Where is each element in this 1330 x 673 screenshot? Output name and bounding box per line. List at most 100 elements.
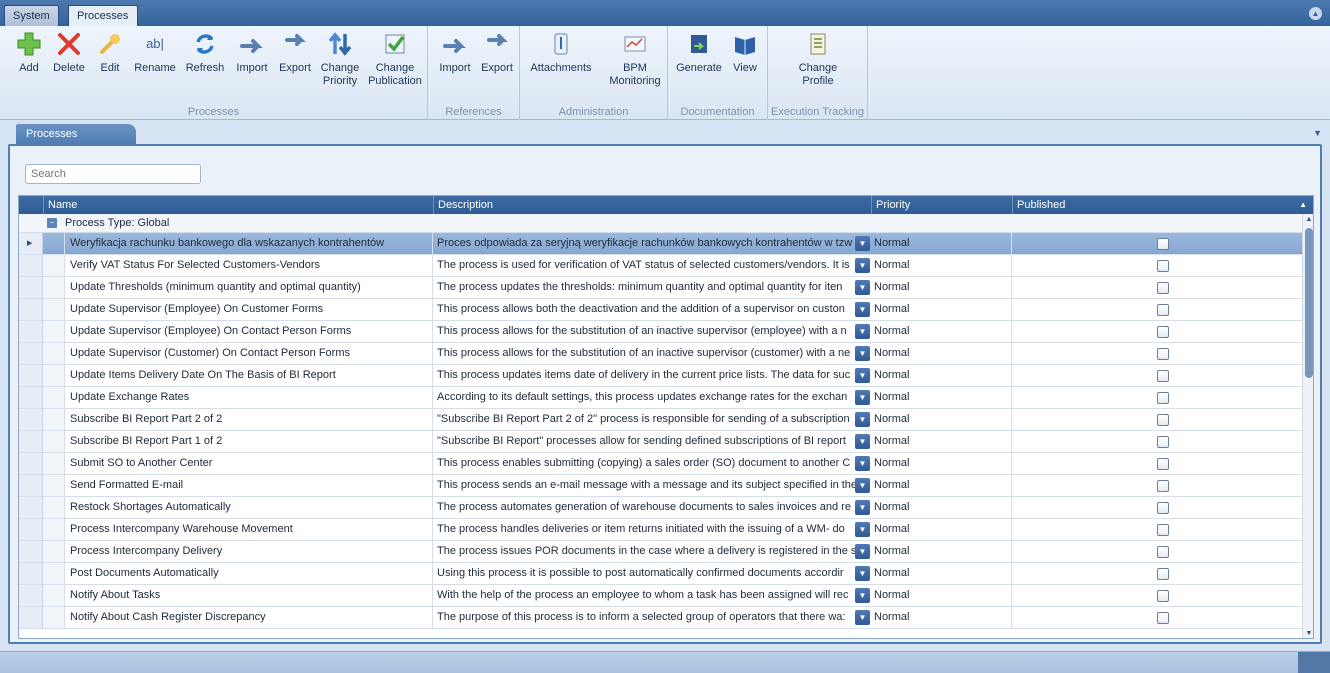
table-row[interactable]: Update Exchange Rates According to its de… bbox=[19, 387, 1302, 409]
row-indicator[interactable] bbox=[19, 387, 43, 408]
add-button[interactable]: Add bbox=[14, 30, 44, 75]
row-indicator[interactable] bbox=[19, 365, 43, 386]
row-indicator[interactable] bbox=[19, 607, 43, 628]
ribbon-collapse-icon[interactable]: ▲ bbox=[1309, 7, 1322, 20]
cell-description[interactable]: This process allows for the substitution… bbox=[433, 321, 855, 342]
table-row[interactable]: Process Intercompany Delivery The process… bbox=[19, 541, 1302, 563]
description-dropdown-icon[interactable]: ▼ bbox=[855, 566, 870, 581]
table-row[interactable]: Subscribe BI Report Part 2 of 2 "Subscrib… bbox=[19, 409, 1302, 431]
description-dropdown-icon[interactable]: ▼ bbox=[855, 544, 870, 559]
published-checkbox[interactable] bbox=[1157, 326, 1169, 338]
table-row[interactable]: Update Supervisor (Employee) On Contact … bbox=[19, 321, 1302, 343]
row-indicator[interactable] bbox=[19, 563, 43, 584]
row-indicator[interactable] bbox=[19, 585, 43, 606]
cell-description[interactable]: This process enables submitting (copying… bbox=[433, 453, 855, 474]
row-indicator[interactable] bbox=[19, 541, 43, 562]
cell-description[interactable]: The process issues POR documents in the … bbox=[433, 541, 855, 562]
generate-button[interactable]: Generate bbox=[674, 30, 724, 75]
table-row[interactable]: ▶ Weryfikacja rachunku bankowego dla wska… bbox=[19, 233, 1302, 255]
tab-processes[interactable]: Processes bbox=[68, 5, 138, 27]
vertical-scrollbar[interactable]: ▲ ▼ bbox=[1302, 214, 1313, 638]
row-indicator[interactable] bbox=[19, 475, 43, 496]
published-checkbox[interactable] bbox=[1157, 370, 1169, 382]
published-checkbox[interactable] bbox=[1157, 238, 1169, 250]
cell-description[interactable]: This process allows for the substitution… bbox=[433, 343, 855, 364]
cell-name[interactable]: Subscribe BI Report Part 1 of 2 bbox=[65, 431, 433, 452]
scroll-down-icon[interactable]: ▼ bbox=[1303, 628, 1313, 638]
table-row[interactable]: Verify VAT Status For Selected Customers… bbox=[19, 255, 1302, 277]
table-row[interactable]: Update Items Delivery Date On The Basis … bbox=[19, 365, 1302, 387]
published-checkbox[interactable] bbox=[1157, 612, 1169, 624]
cell-name[interactable]: Verify VAT Status For Selected Customers… bbox=[65, 255, 433, 276]
cell-name[interactable]: Process Intercompany Delivery bbox=[65, 541, 433, 562]
references-export-button[interactable]: Export bbox=[478, 30, 516, 75]
row-indicator[interactable] bbox=[19, 321, 43, 342]
cell-priority[interactable]: Normal bbox=[871, 277, 1012, 298]
description-dropdown-icon[interactable]: ▼ bbox=[855, 500, 870, 515]
table-row[interactable]: Restock Shortages Automatically The proce… bbox=[19, 497, 1302, 519]
cell-priority[interactable]: Normal bbox=[871, 585, 1012, 606]
table-row[interactable]: Subscribe BI Report Part 1 of 2 "Subscrib… bbox=[19, 431, 1302, 453]
cell-name[interactable]: Process Intercompany Warehouse Movement bbox=[65, 519, 433, 540]
cell-priority[interactable]: Normal bbox=[871, 475, 1012, 496]
resize-grip[interactable] bbox=[1298, 652, 1330, 673]
description-dropdown-icon[interactable]: ▼ bbox=[855, 478, 870, 493]
cell-name[interactable]: Notify About Tasks bbox=[65, 585, 433, 606]
cell-description[interactable]: According to its default settings, this … bbox=[433, 387, 855, 408]
table-row[interactable]: Submit SO to Another Center This process … bbox=[19, 453, 1302, 475]
cell-priority[interactable]: Normal bbox=[871, 453, 1012, 474]
table-row[interactable]: Notify About Cash Register Discrepancy Th… bbox=[19, 607, 1302, 629]
published-checkbox[interactable] bbox=[1157, 590, 1169, 602]
row-indicator[interactable] bbox=[19, 409, 43, 430]
published-checkbox[interactable] bbox=[1157, 502, 1169, 514]
cell-name[interactable]: Notify About Cash Register Discrepancy bbox=[65, 607, 433, 628]
row-indicator[interactable] bbox=[19, 299, 43, 320]
column-header-priority[interactable]: Priority bbox=[871, 196, 1012, 214]
cell-name[interactable]: Update Thresholds (minimum quantity and … bbox=[65, 277, 433, 298]
table-row[interactable]: Update Supervisor (Employee) On Customer… bbox=[19, 299, 1302, 321]
description-dropdown-icon[interactable]: ▼ bbox=[855, 324, 870, 339]
table-row[interactable]: Post Documents Automatically Using this p… bbox=[19, 563, 1302, 585]
cell-description[interactable]: The process updates the thresholds: mini… bbox=[433, 277, 855, 298]
description-dropdown-icon[interactable]: ▼ bbox=[855, 456, 870, 471]
description-dropdown-icon[interactable]: ▼ bbox=[855, 412, 870, 427]
cell-priority[interactable]: Normal bbox=[871, 409, 1012, 430]
cell-priority[interactable]: Normal bbox=[871, 607, 1012, 628]
cell-description[interactable]: This process updates items date of deliv… bbox=[433, 365, 855, 386]
refresh-button[interactable]: Refresh bbox=[183, 30, 227, 75]
cell-description[interactable]: The process automates generation of ware… bbox=[433, 497, 855, 518]
change-priority-button[interactable]: Change Priority bbox=[318, 30, 362, 88]
published-checkbox[interactable] bbox=[1157, 568, 1169, 580]
column-header-published[interactable]: Published bbox=[1012, 196, 1313, 214]
description-dropdown-icon[interactable]: ▼ bbox=[855, 390, 870, 405]
published-checkbox[interactable] bbox=[1157, 458, 1169, 470]
column-header-name[interactable]: Name bbox=[43, 196, 433, 214]
cell-description[interactable]: The purpose of this process is to inform… bbox=[433, 607, 855, 628]
cell-priority[interactable]: Normal bbox=[871, 343, 1012, 364]
cell-description[interactable]: The process is used for verification of … bbox=[433, 255, 855, 276]
cell-name[interactable]: Update Supervisor (Customer) On Contact … bbox=[65, 343, 433, 364]
cell-name[interactable]: Submit SO to Another Center bbox=[65, 453, 433, 474]
published-checkbox[interactable] bbox=[1157, 524, 1169, 536]
description-dropdown-icon[interactable]: ▼ bbox=[855, 280, 870, 295]
cell-description[interactable]: Using this process it is possible to pos… bbox=[433, 563, 855, 584]
row-indicator[interactable] bbox=[19, 497, 43, 518]
row-indicator[interactable] bbox=[19, 277, 43, 298]
change-profile-button[interactable]: Change Profile bbox=[790, 30, 846, 88]
import-button[interactable]: Import bbox=[231, 30, 273, 75]
table-row[interactable]: Update Supervisor (Customer) On Contact … bbox=[19, 343, 1302, 365]
row-indicator[interactable] bbox=[19, 453, 43, 474]
table-row[interactable]: Update Thresholds (minimum quantity and … bbox=[19, 277, 1302, 299]
cell-name[interactable]: Send Formatted E-mail bbox=[65, 475, 433, 496]
group-row-global[interactable]: − Process Type: Global bbox=[19, 214, 1302, 233]
published-checkbox[interactable] bbox=[1157, 546, 1169, 558]
scrollbar-thumb[interactable] bbox=[1305, 228, 1313, 378]
cell-name[interactable]: Update Supervisor (Employee) On Customer… bbox=[65, 299, 433, 320]
export-button[interactable]: Export bbox=[275, 30, 315, 75]
description-dropdown-icon[interactable]: ▼ bbox=[855, 236, 870, 251]
cell-name[interactable]: Update Exchange Rates bbox=[65, 387, 433, 408]
cell-priority[interactable]: Normal bbox=[871, 563, 1012, 584]
cell-description[interactable]: "Subscribe BI Report Part 2 of 2" proces… bbox=[433, 409, 855, 430]
edit-button[interactable]: Edit bbox=[95, 30, 125, 75]
bpm-monitoring-button[interactable]: BPM Monitoring bbox=[606, 30, 664, 88]
